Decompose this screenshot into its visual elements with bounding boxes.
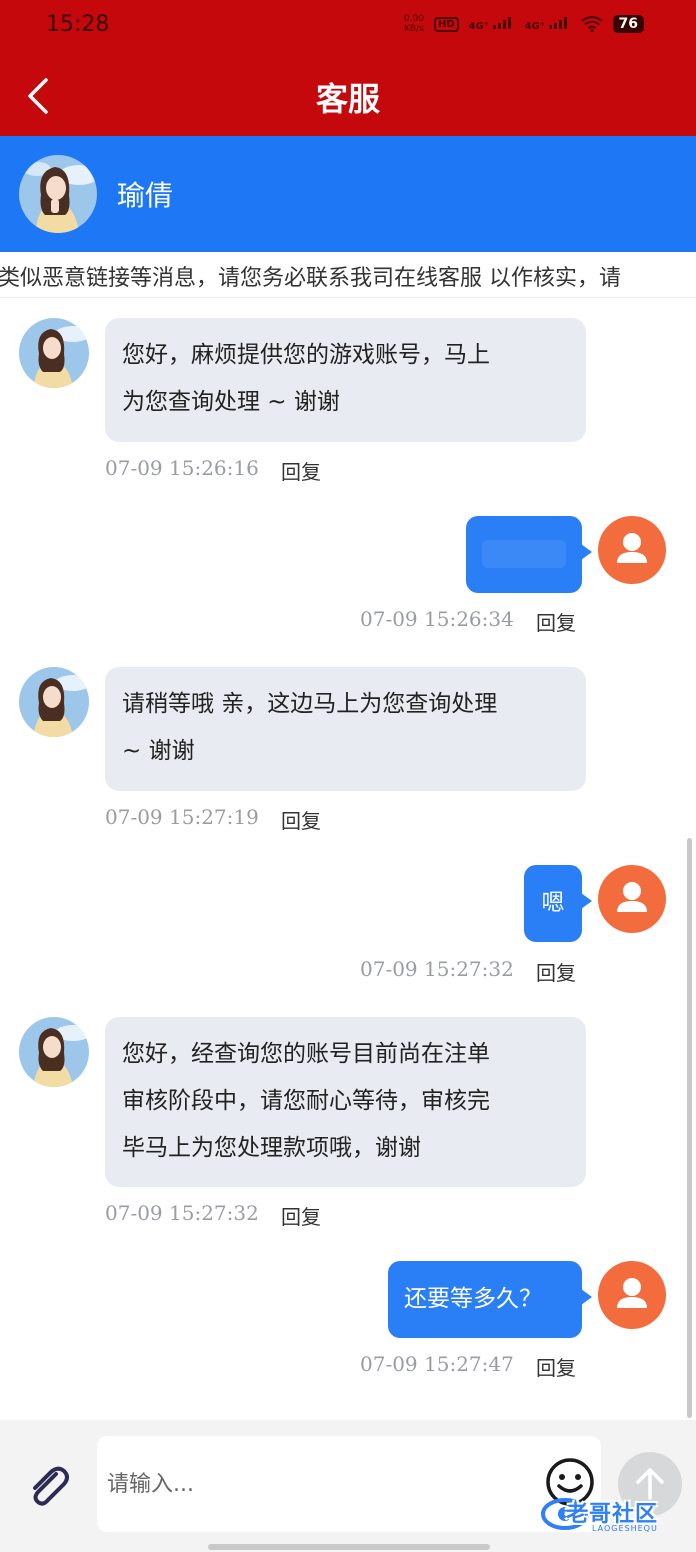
message-timestamp: 07-09 15:26:34 <box>360 607 514 631</box>
user-message-bubble[interactable]: 还要等多久？ <box>388 1261 592 1338</box>
person-icon <box>617 1278 647 1308</box>
message-line: 为您查询处理 ~ 谢谢 <box>122 389 340 415</box>
signal-bars-icon <box>492 16 511 29</box>
notice-text: 类似恶意链接等消息，请您务必联系我司在线客服 以作核实，请 <box>0 266 621 291</box>
message-timestamp: 07-09 15:26:16 <box>105 456 259 480</box>
hd-badge: HD <box>433 16 459 32</box>
battery-indicator: 76 <box>612 15 644 33</box>
message-line: 您好，麻烦提供您的游戏账号，马上 <box>122 342 490 368</box>
status-bar: 15:28 0.00 KB/s HD 4G⁺ 4G⁺ 76 <box>0 0 696 56</box>
reply-link[interactable]: 回复 <box>536 607 576 636</box>
reply-link[interactable]: 回复 <box>281 805 321 834</box>
user-message-bubble[interactable] <box>466 516 592 593</box>
person-icon <box>617 533 647 563</box>
signal-icon-2: 4G⁺ <box>524 16 571 32</box>
signal-bars-icon-2 <box>548 16 567 29</box>
message-timestamp: 07-09 15:27:32 <box>105 1201 259 1225</box>
user-message-bubble[interactable]: 嗯 <box>524 865 592 942</box>
message-timestamp: 07-09 15:27:32 <box>360 957 514 981</box>
reply-link[interactable]: 回复 <box>281 456 321 485</box>
message-line: 请稍等哦 亲，这边马上为您查询处理 <box>122 691 498 717</box>
message-line: ~ 谢谢 <box>122 738 195 764</box>
wifi-icon <box>580 16 603 32</box>
status-icons: 0.00 KB/s HD 4G⁺ 4G⁺ 76 <box>404 14 644 34</box>
message-input[interactable] <box>97 1436 601 1532</box>
agent-message-bubble[interactable]: 您好，麻烦提供您的游戏账号，马上 为您查询处理 ~ 谢谢 <box>105 318 586 442</box>
watermark-subtext: LAOGESHEQU <box>592 1524 658 1533</box>
message-timestamp: 07-09 15:27:47 <box>360 1352 514 1376</box>
user-avatar <box>598 516 666 584</box>
nav-bar: 客服 <box>0 56 696 136</box>
user-avatar <box>598 1261 666 1329</box>
chat-area[interactable]: 您好，麻烦提供您的游戏账号，马上 为您查询处理 ~ 谢谢 07-09 15:26… <box>0 298 696 1420</box>
signal-label-2: 4G⁺ <box>524 20 546 32</box>
home-indicator[interactable] <box>208 1544 490 1550</box>
network-speed-unit: KB/s <box>404 24 424 34</box>
notice-marquee: 类似恶意链接等消息，请您务必联系我司在线客服 以作核实，请 <box>0 252 696 298</box>
message-line: 审核阶段中，请您耐心等待，审核完 <box>122 1088 490 1114</box>
attach-button[interactable] <box>22 1460 74 1512</box>
reply-link[interactable]: 回复 <box>536 1352 576 1381</box>
agent-avatar[interactable] <box>19 155 97 233</box>
message-text: 还要等多久？ <box>404 1286 542 1312</box>
signal-label-1: 4G⁺ <box>468 20 490 32</box>
signal-icon-1: 4G⁺ <box>468 16 515 32</box>
message-line: 毕马上为您处理款项哦，谢谢 <box>122 1135 421 1161</box>
paperclip-icon <box>33 1466 69 1506</box>
agent-header: 瑜倩 <box>0 136 696 252</box>
page-title: 客服 <box>315 80 380 118</box>
agent-message-avatar <box>19 667 89 737</box>
person-icon <box>617 882 647 912</box>
message-line: 您好，经查询您的账号目前尚在注单 <box>122 1041 490 1067</box>
message-timestamp: 07-09 15:27:19 <box>105 805 259 829</box>
chat-scrollbar[interactable] <box>687 838 692 1418</box>
network-speed-value: 0.00 <box>403 14 424 24</box>
reply-link[interactable]: 回复 <box>536 957 576 986</box>
blurred-content <box>482 540 566 568</box>
status-time: 15:28 <box>46 12 110 37</box>
agent-message-bubble[interactable]: 您好，经查询您的账号目前尚在注单 审核阶段中，请您耐心等待，审核完 毕马上为您处… <box>105 1017 586 1187</box>
network-speed: 0.00 KB/s <box>404 14 424 34</box>
agent-name: 瑜倩 <box>117 179 174 212</box>
user-avatar <box>598 865 666 933</box>
agent-message-avatar <box>19 1017 89 1087</box>
message-text: 嗯 <box>541 890 565 916</box>
reply-link[interactable]: 回复 <box>281 1201 321 1230</box>
agent-message-avatar <box>19 318 89 388</box>
agent-message-bubble[interactable]: 请稍等哦 亲，这边马上为您查询处理 ~ 谢谢 <box>105 667 586 791</box>
